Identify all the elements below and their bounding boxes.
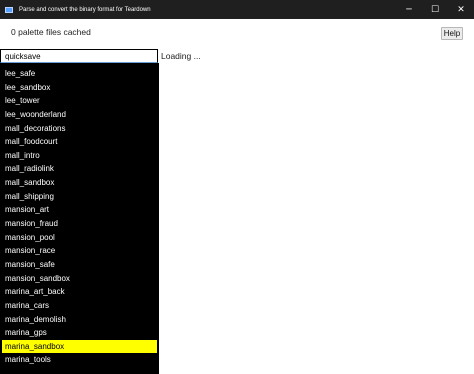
app-icon xyxy=(5,6,13,13)
list-item[interactable]: mall_intro xyxy=(2,149,157,163)
list-item[interactable]: mall_foodcourt xyxy=(2,135,157,149)
app-window: Parse and convert the binary format for … xyxy=(0,0,474,374)
level-list[interactable]: lee_safe lee_sandbox lee_tower lee_woonderl… xyxy=(0,63,159,374)
list-item[interactable]: marina_tools xyxy=(2,353,157,367)
close-icon[interactable]: ✕ xyxy=(448,0,474,19)
loading-status: Loading ... xyxy=(161,51,201,61)
list-item[interactable]: mall_radiolink xyxy=(2,162,157,176)
window-controls: ─ ☐ ✕ xyxy=(396,0,474,19)
list-item[interactable]: marina_art_back xyxy=(2,285,157,299)
list-item[interactable]: mall_decorations xyxy=(2,122,157,136)
list-item[interactable]: lee_safe xyxy=(2,67,157,81)
search-input[interactable] xyxy=(0,49,158,63)
top-bar: 0 palette files cached Help xyxy=(0,19,474,49)
list-item[interactable]: lee_sandbox xyxy=(2,81,157,95)
list-item[interactable]: mansion_sandbox xyxy=(2,272,157,286)
list-item[interactable]: mansion_art xyxy=(2,203,157,217)
title-bar: Parse and convert the binary format for … xyxy=(0,0,474,19)
list-item[interactable]: marina_gps xyxy=(2,326,157,340)
window-title: Parse and convert the binary format for … xyxy=(19,6,151,13)
list-item[interactable]: mall_sandbox xyxy=(2,176,157,190)
cache-status-text: 0 palette files cached xyxy=(11,27,91,37)
minimize-icon[interactable]: ─ xyxy=(396,0,422,19)
list-item[interactable]: mansion_safe xyxy=(2,258,157,272)
list-item[interactable]: mansion_fraud xyxy=(2,217,157,231)
list-item[interactable]: marina_sandbox xyxy=(2,339,157,354)
list-item[interactable]: lee_tower xyxy=(2,94,157,108)
list-item[interactable]: lee_woonderland xyxy=(2,108,157,122)
list-item[interactable]: mansion_race xyxy=(2,244,157,258)
maximize-icon[interactable]: ☐ xyxy=(422,0,448,19)
help-button[interactable]: Help xyxy=(441,27,463,40)
list-item[interactable]: mansion_pool xyxy=(2,231,157,245)
list-item[interactable]: marina_cars xyxy=(2,299,157,313)
list-item[interactable]: mall_shipping xyxy=(2,190,157,204)
list-item[interactable]: marina_demolish xyxy=(2,313,157,327)
